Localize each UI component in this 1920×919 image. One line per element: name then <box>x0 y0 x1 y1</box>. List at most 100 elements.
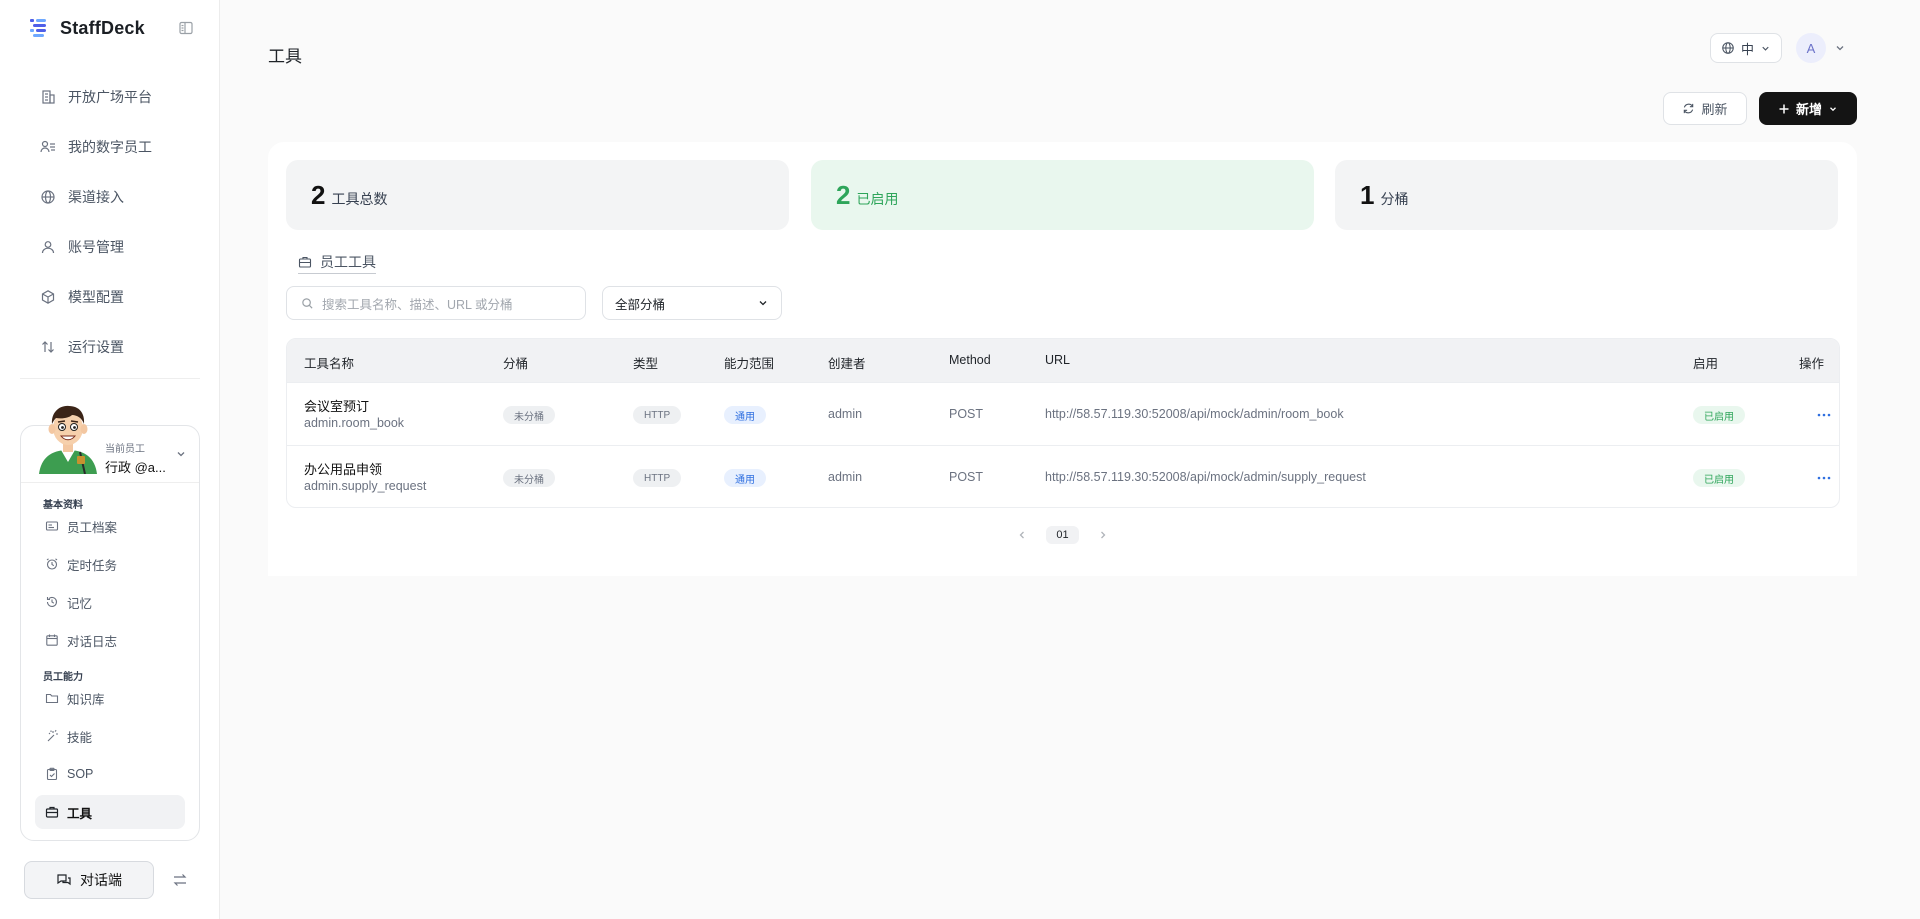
type-badge: HTTP <box>633 406 682 424</box>
plus-icon <box>1779 104 1789 113</box>
toolbox-icon <box>45 806 59 818</box>
staff-item-knowledge[interactable]: 知识库 <box>35 681 185 715</box>
stat-label: 工具总数 <box>331 191 388 207</box>
nav-item-label: 渠道接入 <box>68 189 124 205</box>
column-header: 创建者 <box>828 357 866 371</box>
column-header: 操作 <box>1799 357 1825 371</box>
brand[interactable]: StaffDeck <box>28 17 145 39</box>
nav-item-label: 我的数字员工 <box>68 139 152 155</box>
search-placeholder: 搜索工具名称、描述、URL 或分桶 <box>322 297 513 312</box>
nav-item-label: 模型配置 <box>68 289 124 305</box>
collapse-sidebar-icon[interactable] <box>178 20 194 36</box>
staff-item-label: 对话日志 <box>67 634 118 649</box>
brand-name: StaffDeck <box>60 17 145 38</box>
tab-label: 员工工具 <box>320 254 376 270</box>
method: POST <box>949 407 984 421</box>
staff-meta[interactable]: 当前员工 行政 @a... <box>105 440 166 476</box>
add-new-button[interactable]: 新增 <box>1759 92 1857 125</box>
table-row[interactable]: 会议室预订 admin.room_book 未分桶 HTTP 通用 admin … <box>287 382 1839 445</box>
sidebar-divider <box>20 378 200 379</box>
nav-item-accounts[interactable]: 账号管理 <box>28 222 198 272</box>
staff-item-memory[interactable]: 记忆 <box>35 585 185 619</box>
scope-badge: 通用 <box>724 406 766 424</box>
bucket-filter-select[interactable]: 全部分桶 <box>602 286 782 320</box>
enabled-badge[interactable]: 已启用 <box>1693 406 1745 424</box>
chevron-down-icon <box>1762 46 1769 51</box>
bucket-badge: 未分桶 <box>503 469 555 487</box>
building-icon <box>42 90 55 104</box>
tab-staff-tools[interactable]: 员工工具 <box>298 252 376 274</box>
language-label: 中 <box>1740 41 1754 57</box>
column-header: 工具名称 <box>304 357 355 371</box>
chevron-down-icon[interactable] <box>175 448 187 460</box>
tools-table: 工具名称 分桶 类型 能力范围 创建者 Method URL 启用 操作 会议室… <box>286 338 1840 508</box>
stat-label: 已启用 <box>856 191 899 207</box>
scope-badge: 通用 <box>724 469 766 487</box>
nav-item-runtime[interactable]: 运行设置 <box>28 322 198 372</box>
type-badge: HTTP <box>633 469 682 487</box>
staff-item-tools[interactable]: 工具 <box>35 795 185 829</box>
stat-enabled-tools: 2 已启用 <box>811 160 1314 230</box>
nav-item-models[interactable]: 模型配置 <box>28 272 198 322</box>
chevron-down-icon[interactable] <box>1834 42 1846 54</box>
staff-avatar[interactable] <box>33 398 103 474</box>
toolbox-icon <box>298 256 312 268</box>
page-number[interactable]: 01 <box>1046 526 1079 544</box>
enabled-badge[interactable]: 已启用 <box>1693 469 1745 487</box>
refresh-button[interactable]: 刷新 <box>1663 92 1747 125</box>
nav-item-label: 运行设置 <box>68 339 124 355</box>
staff-item-label: 记忆 <box>67 596 93 611</box>
staff-item-sop[interactable]: SOP <box>35 757 185 791</box>
user-icon <box>41 241 55 254</box>
staff-item-label: 知识库 <box>67 692 105 707</box>
switch-arrows-icon[interactable] <box>172 872 188 888</box>
nav-item-square[interactable]: 开放广场平台 <box>28 72 198 122</box>
table-row[interactable]: 办公用品申领 admin.supply_request 未分桶 HTTP 通用 … <box>287 445 1839 507</box>
tool-search-input[interactable]: 搜索工具名称、描述、URL 或分桶 <box>286 286 586 320</box>
staff-item-skills[interactable]: 技能 <box>35 719 185 753</box>
sort-arrows-icon <box>42 341 54 353</box>
staff-item-scheduled[interactable]: 定时任务 <box>35 547 185 581</box>
staff-list-icon <box>40 140 55 153</box>
nav-item-channels[interactable]: 渠道接入 <box>28 172 198 222</box>
staff-item-label: 员工档案 <box>67 520 118 535</box>
stat-value: 2 <box>836 180 851 210</box>
chevron-left-icon[interactable] <box>1016 529 1028 541</box>
calendar-icon <box>46 634 58 646</box>
wand-icon <box>47 729 58 742</box>
current-staff-card: 当前员工 行政 @a... 基本资料 员工档案 定时任务 记忆 对话日志 员工能… <box>20 405 200 841</box>
nav-item-label: 账号管理 <box>68 239 124 255</box>
clipboard-icon <box>46 767 58 781</box>
nav-item-my-staff[interactable]: 我的数字员工 <box>28 122 198 172</box>
column-header: 启用 <box>1693 357 1719 371</box>
cube-icon <box>41 290 55 304</box>
more-actions-icon[interactable] <box>1817 475 1831 481</box>
chevron-right-icon[interactable] <box>1097 529 1109 541</box>
column-header: 分桶 <box>503 357 529 371</box>
method: POST <box>949 470 984 484</box>
staff-item-profile[interactable]: 员工档案 <box>35 509 185 543</box>
chat-client-button[interactable]: 对话端 <box>24 861 154 899</box>
chat-button-label: 对话端 <box>80 872 122 888</box>
tool-name: 办公用品申领 <box>304 462 383 477</box>
tool-url: http://58.57.119.30:52008/api/mock/admin… <box>1045 407 1344 421</box>
staff-item-label: 工具 <box>67 806 93 821</box>
chat-bubbles-icon <box>57 874 71 886</box>
language-switcher[interactable]: 中 <box>1710 33 1782 63</box>
search-icon <box>302 297 313 309</box>
user-avatar[interactable]: A <box>1796 33 1826 63</box>
sidebar: StaffDeck 开放广场平台 我的数字员工 渠道接入 账号管理 模型配置 运… <box>0 0 220 919</box>
alarm-clock-icon <box>46 558 58 570</box>
stat-buckets: 1 分桶 <box>1335 160 1838 230</box>
bucket-filter-value: 全部分桶 <box>615 297 666 312</box>
staff-role-label: 当前员工 <box>105 444 145 455</box>
pagination: 01 <box>268 526 1857 544</box>
more-actions-icon[interactable] <box>1817 412 1831 418</box>
stat-total-tools: 2 工具总数 <box>286 160 789 230</box>
creator: admin <box>828 407 863 421</box>
creator: admin <box>828 470 863 484</box>
globe-icon <box>41 190 55 204</box>
refresh-icon <box>1684 103 1694 114</box>
tools-panel: 2 工具总数 2 已启用 1 分桶 员工工具 搜索工具名称、描述、URL 或分桶… <box>268 142 1857 576</box>
staff-item-chat-log[interactable]: 对话日志 <box>35 623 185 657</box>
